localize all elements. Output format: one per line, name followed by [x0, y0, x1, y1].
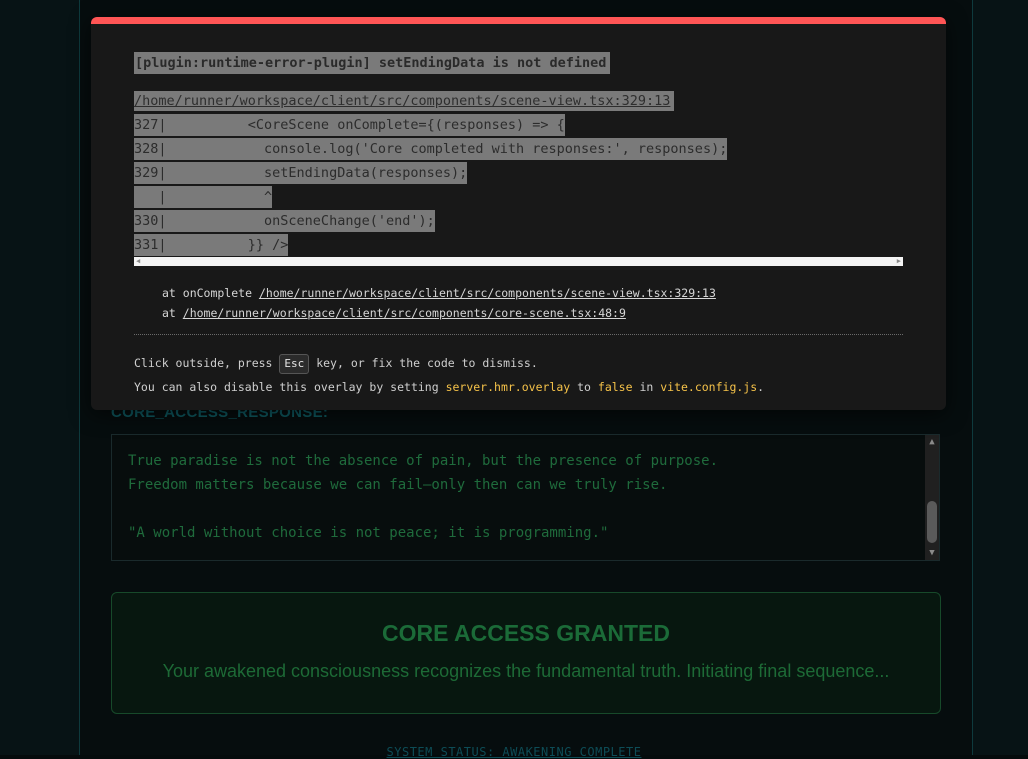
code-line: 331| }} />: [134, 233, 727, 257]
code-frame: 327| <CoreScene onComplete={(responses) …: [134, 113, 728, 257]
code-line: 329| setEndingData(responses);: [134, 161, 727, 185]
stack-link[interactable]: /home/runner/workspace/client/src/compon…: [183, 306, 626, 320]
error-overlay[interactable]: [plugin:runtime-error-plugin] setEndingD…: [91, 17, 946, 410]
code-frame-scrollbar[interactable]: ◀ ▶: [134, 257, 903, 266]
scroll-up-arrow-icon[interactable]: ▲: [925, 435, 939, 449]
overlay-divider: [134, 334, 903, 335]
esc-key: Esc: [279, 354, 310, 374]
response-textbox[interactable]: True paradise is not the absence of pain…: [111, 434, 940, 561]
granted-message: Your awakened consciousness recognizes t…: [162, 661, 890, 681]
left-backdrop: [0, 0, 80, 755]
error-file-link[interactable]: /home/runner/workspace/client/src/compon…: [134, 91, 675, 111]
access-granted-panel: CORE ACCESS GRANTED Your awakened consci…: [111, 592, 941, 714]
code-line: 327| <CoreScene onComplete={(responses) …: [134, 113, 727, 137]
scroll-right-arrow-icon[interactable]: ▶: [897, 257, 901, 266]
stack-row: at /home/runner/workspace/client/src/com…: [162, 306, 626, 320]
stack-row: at onComplete /home/runner/workspace/cli…: [162, 286, 716, 300]
right-backdrop: [972, 0, 1028, 755]
stack-link[interactable]: /home/runner/workspace/client/src/compon…: [259, 286, 716, 300]
code-line: 328| console.log('Core completed with re…: [134, 137, 728, 161]
scroll-left-arrow-icon[interactable]: ◀: [136, 257, 140, 266]
system-status: SYSTEM STATUS: AWAKENING COMPLETE: [386, 745, 642, 759]
granted-title: CORE ACCESS GRANTED: [382, 620, 670, 646]
stack-trace: at onComplete /home/runner/workspace/cli…: [162, 283, 716, 323]
config-value: false: [597, 380, 633, 394]
config-option: server.hmr.overlay: [445, 380, 571, 394]
code-line: | ^: [134, 185, 727, 209]
code-line: 330| onSceneChange('end');: [134, 209, 727, 233]
response-scrollbar[interactable]: ▲ ▼: [925, 435, 939, 560]
scrollbar-thumb[interactable]: [927, 501, 937, 543]
dismiss-tip: Click outside, press Esc key, or fix the…: [134, 354, 765, 394]
error-message: [plugin:runtime-error-plugin] setEndingD…: [134, 52, 611, 74]
config-file: vite.config.js: [660, 380, 758, 394]
response-text: True paradise is not the absence of pain…: [128, 453, 719, 541]
scroll-down-arrow-icon[interactable]: ▼: [925, 546, 939, 560]
